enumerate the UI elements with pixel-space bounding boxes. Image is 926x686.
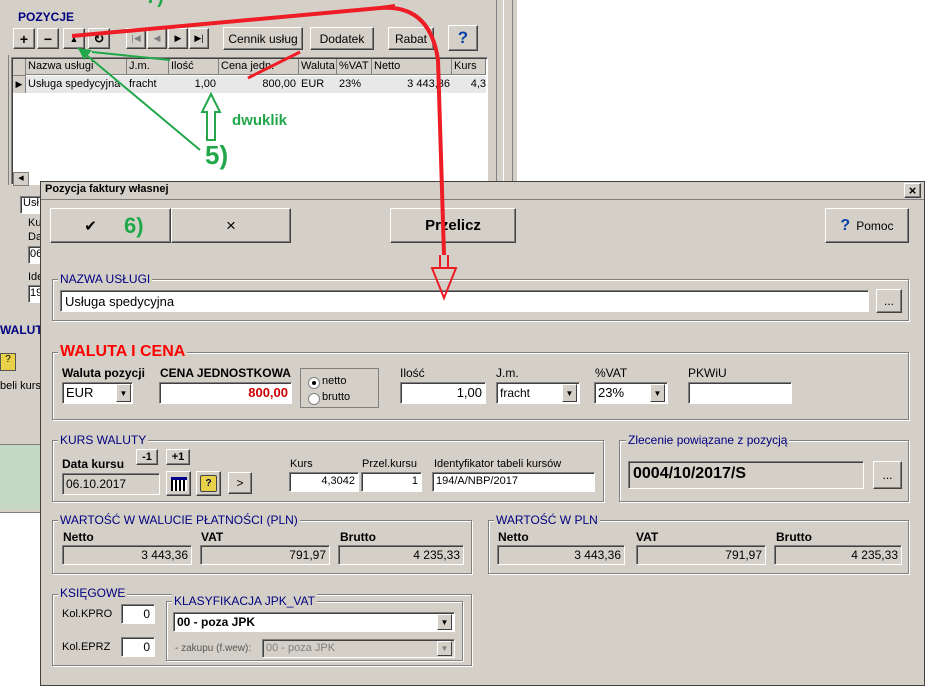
dwuklik-annotation: dwuklik: [232, 112, 288, 129]
annotation-overlay: [71, 4, 458, 301]
green-up-arrow-icon: [200, 91, 222, 141]
step5-annotation: 5): [205, 140, 229, 170]
red-arrow-line: [247, 50, 301, 80]
red-arrow-line: [379, 4, 396, 10]
red-arrow-line: [71, 5, 446, 256]
green-arrow-line: [77, 47, 201, 151]
red-arrow-icon: [430, 255, 458, 301]
green-arrow-line: [91, 51, 171, 61]
